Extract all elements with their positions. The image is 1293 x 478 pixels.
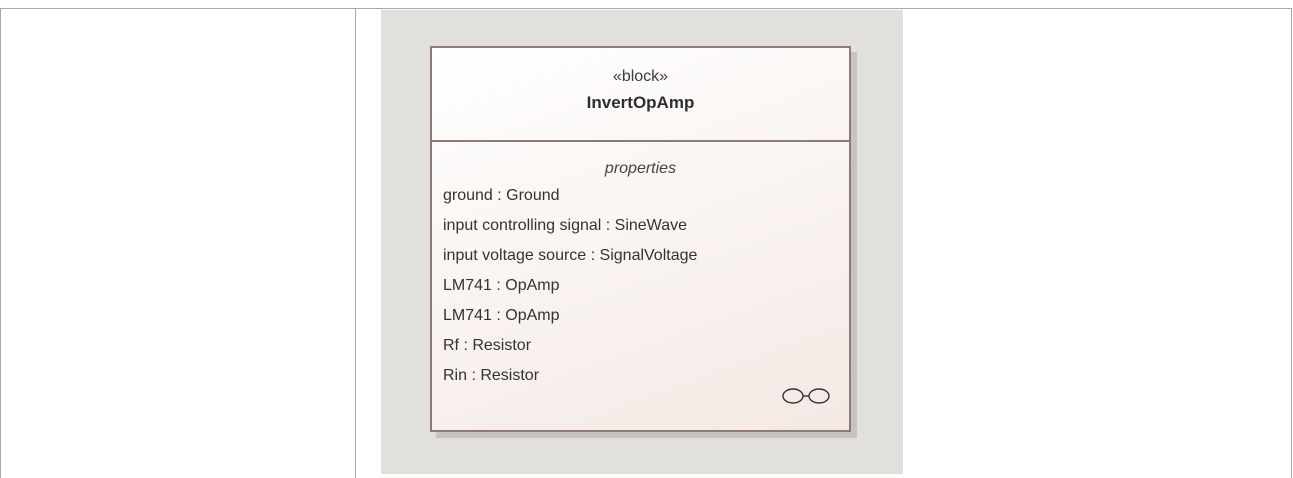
property-item: LM741 : OpAmp: [443, 277, 560, 294]
block-name: InvertOpAmp: [586, 93, 695, 112]
properties-list: ground : Ground input controlling signal…: [443, 186, 697, 396]
block-stereotype: «block»: [612, 68, 669, 85]
property-item: Rf : Resistor: [443, 337, 532, 354]
property-item: input controlling signal : SineWave: [443, 217, 687, 234]
block-header: «block» InvertOpAmp: [432, 48, 849, 142]
property-item: input voltage source : SignalVoltage: [443, 247, 698, 264]
property-item: LM741 : OpAmp: [443, 307, 560, 324]
property-item: Rin : Resistor: [443, 367, 540, 384]
properties-compartment-title: properties: [604, 160, 677, 177]
property-item: ground : Ground: [443, 187, 560, 204]
sysml-block[interactable]: «block» InvertOpAmp properties ground : …: [430, 46, 851, 432]
composite-diagram-icon[interactable]: [775, 385, 839, 407]
column-divider: [355, 8, 356, 478]
